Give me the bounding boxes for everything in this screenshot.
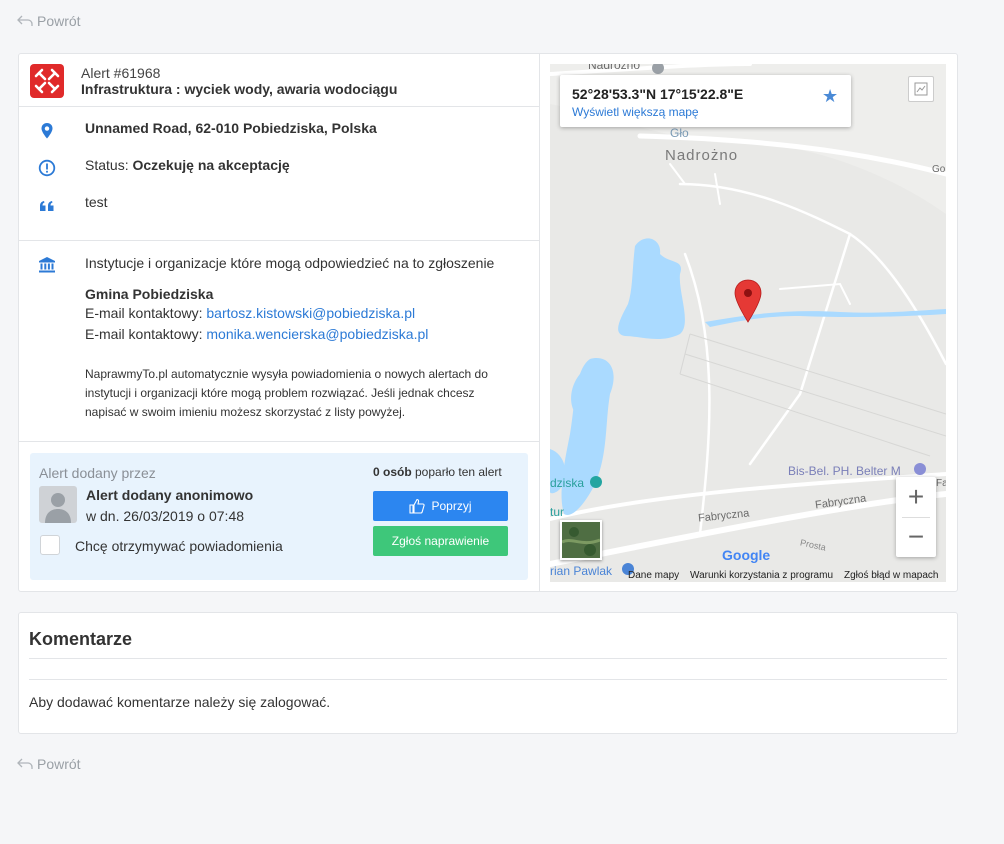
zoom-in-button[interactable]: + [896,477,936,517]
zoom-out-button[interactable]: − [896,517,936,557]
map-label: dziska [550,476,585,490]
address: Unnamed Road, 62-010 Pobiedziska, Polska [85,120,377,136]
bank-icon [39,257,55,273]
organization-name: Gmina Pobiedziska [85,286,214,302]
zoom-control: + − [896,477,936,557]
institutions-title: Instytucje i organizacje które mogą odpo… [85,255,495,271]
map-footer: Dane mapy Warunki korzystania z programu… [550,568,946,582]
star-icon[interactable]: ★ [822,86,838,107]
coordinates: 52°28'53.3"N 17°15'22.8"E [572,86,744,102]
map-label: Go [932,164,946,175]
quote-icon [40,201,54,211]
avatar [39,486,77,523]
notify-label: Chcę otrzymywać powiadomienia [75,538,283,554]
notify-checkbox[interactable] [40,535,60,555]
app-logo-icon [30,64,64,98]
author-name: Alert dodany anonimowo [86,487,254,503]
map-label: Nadrożno [665,147,739,164]
map-data-label: Dane mapy [628,570,680,581]
bigger-map-link[interactable]: Wyświetl większą mapę [572,105,699,119]
google-text: Google [722,547,771,563]
support-count: 0 osób poparło ten alert [373,465,502,479]
email-row: E-mail kontaktowy: monika.wencierska@pob… [85,326,428,342]
back-label: Powrót [37,756,81,772]
google-logo: Google [722,547,770,563]
comments-section: Komentarze Aby dodawać komentarze należy… [18,612,958,734]
alert-details: Alert #61968 Infrastruktura : wyciek wod… [19,54,540,591]
support-count-suffix: poparło ten alert [411,465,502,479]
back-arrow-icon [17,15,33,26]
map-label: Nadrożno [588,64,641,72]
email-link[interactable]: bartosz.kistowski@pobiedziska.pl [206,305,415,321]
location-pin-icon [41,123,53,139]
description: test [85,194,108,210]
divider [19,441,540,442]
map-label: Bis-Bel. PH. Belter M [788,464,901,478]
divider [29,658,947,659]
map[interactable]: Nadrożno Nadrożno Gło Go Bis-Bel. PH. Be… [550,64,946,582]
status-prefix: Status: [85,157,133,173]
comments-title: Komentarze [29,629,133,649]
report-fix-button[interactable]: Zgłoś naprawienie [373,526,508,556]
map-terms-link[interactable]: Warunki korzystania z programu [690,570,833,581]
coordinates-card: 52°28'53.3"N 17°15'22.8"E Wyświetl więks… [560,75,851,127]
added-by-panel: Alert dodany przez Alert dodany anonimow… [30,453,528,580]
map-label: Gło [670,126,689,140]
map-report-link[interactable]: Zgłoś błąd w mapach [844,570,939,581]
user-silhouette-icon [45,493,71,523]
added-date: w dn. 26/03/2019 o 07:48 [86,508,245,524]
map-label: tur [550,505,565,519]
alert-card: Alert #61968 Infrastruktura : wyciek wod… [18,53,958,592]
map-canvas [550,64,946,582]
email-link[interactable]: monika.wencierska@pobiedziska.pl [206,326,428,342]
email-row: E-mail kontaktowy: bartosz.kistowski@pob… [85,305,415,321]
thumbs-up-icon [409,498,426,514]
login-required-text: Aby dodawać komentarze należy się zalogo… [29,694,331,710]
status-value: Oczekuję na akceptację [132,157,290,173]
support-button-label: Poprzyj [431,499,472,513]
notification-note: NaprawmyTo.pl automatycznie wysyła powia… [85,367,488,419]
back-label: Powrót [37,13,81,29]
report-fix-label: Zgłoś naprawienie [391,534,490,548]
satellite-toggle[interactable] [560,520,602,560]
alert-header: Alert #61968 Infrastruktura : wyciek wod… [19,54,540,107]
status: Status: Oczekuję na akceptację [85,157,290,173]
alert-category: Infrastruktura : wyciek wody, awaria wod… [81,81,398,97]
support-count-value: 0 osób [373,465,412,479]
divider [29,679,947,680]
exclamation-circle-icon [38,159,56,177]
back-link-top[interactable]: Powrót [17,13,81,29]
alert-id: Alert #61968 [81,65,161,81]
added-by-title: Alert dodany przez [39,465,156,481]
email-label: E-mail kontaktowy: [85,326,207,342]
map-label: Fa [936,478,946,489]
back-link-bottom[interactable]: Powrót [17,756,81,772]
divider [19,240,540,241]
support-button[interactable]: Poprzyj [373,491,508,521]
fullscreen-icon[interactable] [908,76,934,102]
email-label: E-mail kontaktowy: [85,305,207,321]
back-arrow-icon [17,758,33,769]
